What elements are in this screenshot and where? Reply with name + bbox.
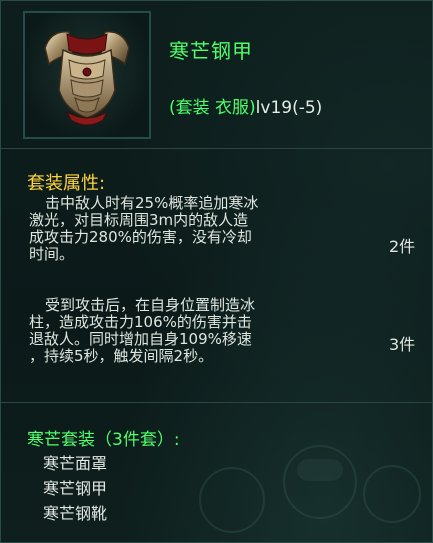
section-divider xyxy=(1,148,432,149)
set-item: 寒芒钢靴 xyxy=(43,504,108,523)
chest-armor-icon xyxy=(23,11,151,139)
effect-line: 击中敌人时有25%概率追加寒冰 xyxy=(45,194,259,212)
effect-line: ，持续5秒，触发间隔2秒。 xyxy=(29,347,214,365)
set-effect-description: 受到攻击后，在自身位置制造冰 柱，造成攻击力106%的伤害并击 退敌人。同时增加… xyxy=(29,297,375,365)
background-ring-decoration xyxy=(199,467,265,533)
background-ring-decoration xyxy=(363,465,421,523)
item-type-line: (套装 衣服)lv19(-5) xyxy=(169,93,322,118)
effect-line: 激光，对目标周围3m内的敌人造 xyxy=(29,211,249,229)
effect-line: 柱，造成攻击力106%的伤害并击 xyxy=(29,313,252,331)
item-level: lv19(-5) xyxy=(255,98,323,118)
set-piece-count: 3件 xyxy=(389,335,416,354)
set-effect-description: 击中敌人时有25%概率追加寒冰 激光，对目标周围3m内的敌人造 成攻击力280%… xyxy=(29,195,375,263)
background-pill-decoration xyxy=(297,459,343,481)
item-tooltip: 寒芒钢甲 (套装 衣服)lv19(-5) 套装属性: 击中敌人时有25%概率追加… xyxy=(0,0,433,543)
set-item: 寒芒钢甲 xyxy=(43,479,108,498)
set-title: 寒芒套装（3件套）: xyxy=(27,430,180,450)
tooltip-header: 寒芒钢甲 (套装 衣服)lv19(-5) xyxy=(1,1,432,147)
item-name: 寒芒钢甲 xyxy=(169,39,253,63)
background-ring-decoration xyxy=(283,445,357,519)
set-attributes-title: 套装属性: xyxy=(27,173,106,194)
effect-line: 成攻击力280%的伤害，没有冷却 xyxy=(29,228,252,246)
item-type: (套装 衣服) xyxy=(169,98,256,118)
effect-line: 时间。 xyxy=(29,245,75,263)
set-piece-count: 2件 xyxy=(389,237,416,256)
effect-line: 受到攻击后，在自身位置制造冰 xyxy=(45,296,256,314)
effect-line: 退敌人。同时增加自身109%移速 xyxy=(29,330,252,348)
section-divider xyxy=(1,402,432,403)
set-item: 寒芒面罩 xyxy=(43,454,108,473)
